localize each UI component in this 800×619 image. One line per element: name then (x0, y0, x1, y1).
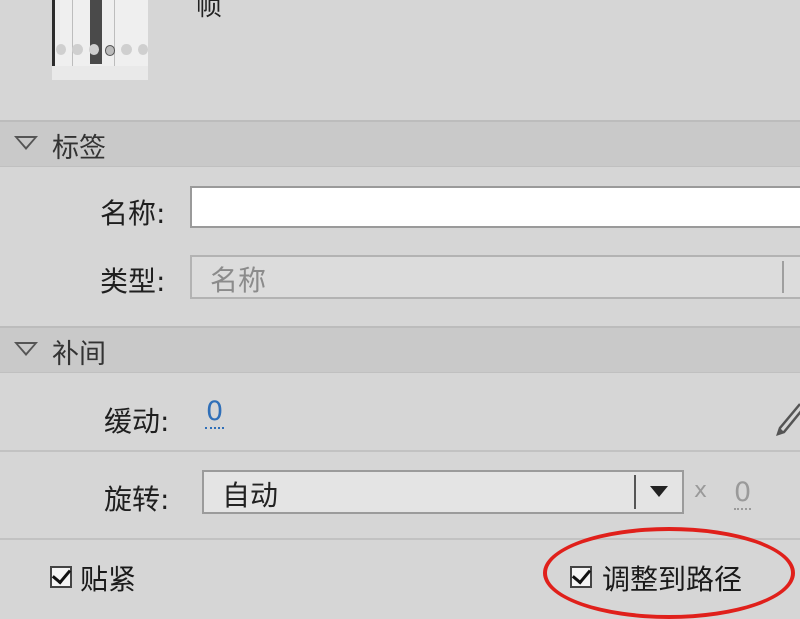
dropdown-arrow-icon[interactable] (650, 486, 668, 497)
times-label: x (694, 478, 708, 503)
frame-label: 帧 (196, 0, 223, 22)
rotate-label: 旋转: (104, 483, 170, 516)
highlight-ellipse (543, 527, 795, 619)
select-divider (634, 475, 636, 509)
rotate-count-value[interactable]: 0 (734, 478, 752, 510)
rotate-select-value: 自动 (222, 479, 279, 512)
name-input[interactable] (190, 186, 800, 228)
section-title: 标签 (52, 133, 106, 164)
keyframe-dot (137, 44, 148, 55)
collapse-triangle-icon (14, 136, 38, 150)
select-divider (782, 261, 784, 293)
snap-label: 贴紧 (80, 563, 137, 596)
snap-checkbox[interactable] (50, 566, 72, 588)
thumbnail-footer (52, 66, 148, 80)
divider (0, 450, 800, 452)
keyframe-dot (121, 44, 132, 55)
section-header-labels[interactable]: 标签 (0, 120, 800, 167)
keyframe-dot (72, 44, 83, 55)
keyframe-dot (88, 44, 99, 55)
name-label: 名称: (100, 197, 166, 230)
keyframe-dot (56, 44, 67, 55)
frame-thumbnail (52, 0, 148, 80)
thumbnail-keyframes (56, 44, 148, 58)
collapse-triangle-icon (14, 342, 38, 356)
section-title: 补间 (52, 339, 106, 370)
type-select-value: 名称 (210, 264, 267, 297)
type-label: 类型: (100, 265, 166, 298)
keyframe-dot-selected (104, 45, 116, 56)
type-select[interactable]: 名称 (190, 255, 800, 299)
rotate-select[interactable]: 自动 (202, 470, 684, 514)
ease-label: 缓动: (104, 405, 170, 438)
pencil-edit-icon[interactable] (776, 402, 800, 436)
section-header-tween[interactable]: 补间 (0, 326, 800, 373)
ease-value[interactable]: 0 (205, 397, 225, 429)
